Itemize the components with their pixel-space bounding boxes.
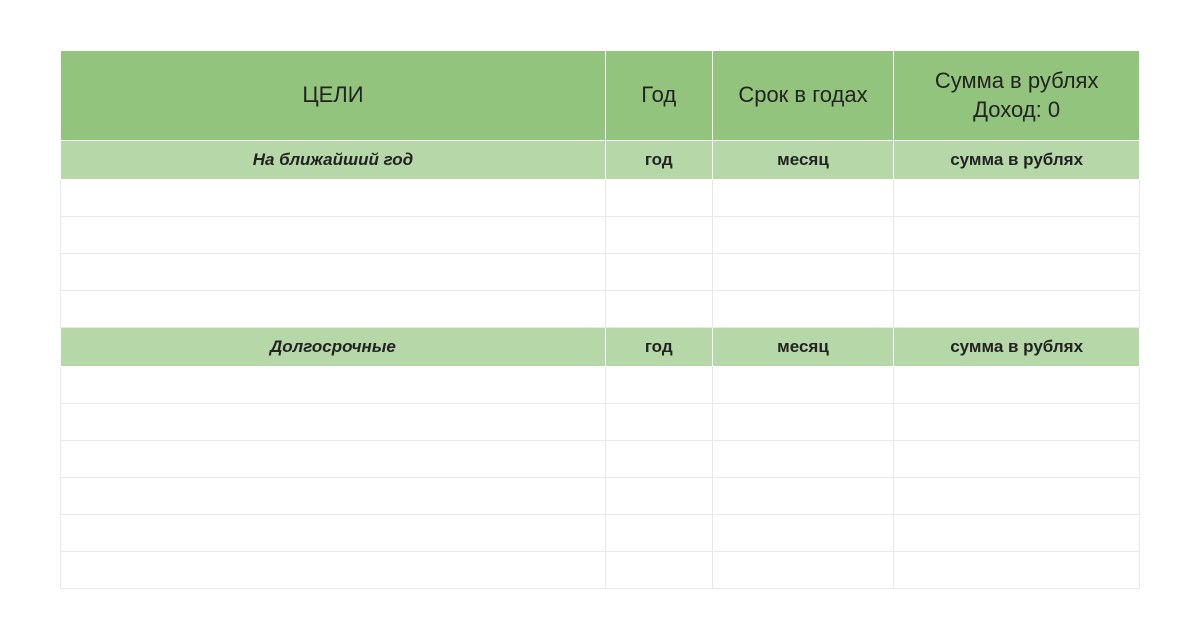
table-row[interactable] <box>61 404 1140 441</box>
section-year: год <box>605 141 712 180</box>
section-sum: сумма в рублях <box>894 141 1140 180</box>
header-sum: Сумма в рублях Доход: 0 <box>894 51 1140 141</box>
table-cell[interactable] <box>712 441 894 478</box>
table-cell[interactable] <box>61 515 606 552</box>
table-cell[interactable] <box>61 180 606 217</box>
table-cell[interactable] <box>61 367 606 404</box>
header-term: Срок в годах <box>712 51 894 141</box>
table-cell[interactable] <box>605 478 712 515</box>
section-month: месяц <box>712 328 894 367</box>
table-row[interactable] <box>61 291 1140 328</box>
table-cell[interactable] <box>894 367 1140 404</box>
table-cell[interactable] <box>61 254 606 291</box>
table-row[interactable] <box>61 217 1140 254</box>
table-body: На ближайший годгодмесяцсумма в рубляхДо… <box>61 141 1140 589</box>
table-cell[interactable] <box>712 515 894 552</box>
table-cell[interactable] <box>894 180 1140 217</box>
table-row[interactable] <box>61 552 1140 589</box>
table-cell[interactable] <box>894 515 1140 552</box>
table-row[interactable] <box>61 515 1140 552</box>
table-cell[interactable] <box>712 552 894 589</box>
section-month: месяц <box>712 141 894 180</box>
table-cell[interactable] <box>894 404 1140 441</box>
table-cell[interactable] <box>61 217 606 254</box>
table-row[interactable] <box>61 478 1140 515</box>
goals-table: ЦЕЛИ Год Срок в годах Сумма в рублях Дох… <box>60 50 1140 589</box>
section-year: год <box>605 328 712 367</box>
table-cell[interactable] <box>894 254 1140 291</box>
table-cell[interactable] <box>605 180 712 217</box>
header-goals: ЦЕЛИ <box>61 51 606 141</box>
table-cell[interactable] <box>605 291 712 328</box>
section-header-row: На ближайший годгодмесяцсумма в рублях <box>61 141 1140 180</box>
table-row[interactable] <box>61 180 1140 217</box>
table-cell[interactable] <box>894 552 1140 589</box>
table-cell[interactable] <box>605 441 712 478</box>
table-cell[interactable] <box>712 180 894 217</box>
section-sum: сумма в рублях <box>894 328 1140 367</box>
table-cell[interactable] <box>894 217 1140 254</box>
table-cell[interactable] <box>712 478 894 515</box>
table-cell[interactable] <box>61 441 606 478</box>
table-header-row: ЦЕЛИ Год Срок в годах Сумма в рублях Дох… <box>61 51 1140 141</box>
table-row[interactable] <box>61 367 1140 404</box>
table-cell[interactable] <box>894 478 1140 515</box>
section-header-row: Долгосрочныегодмесяцсумма в рублях <box>61 328 1140 367</box>
table-cell[interactable] <box>712 291 894 328</box>
table-row[interactable] <box>61 254 1140 291</box>
section-title: Долгосрочные <box>61 328 606 367</box>
table-cell[interactable] <box>894 291 1140 328</box>
header-sum-line2: Доход: 0 <box>973 97 1060 122</box>
table-cell[interactable] <box>605 367 712 404</box>
table-cell[interactable] <box>894 441 1140 478</box>
header-sum-line1: Сумма в рублях <box>935 68 1099 93</box>
table-cell[interactable] <box>605 217 712 254</box>
table-cell[interactable] <box>605 552 712 589</box>
table-cell[interactable] <box>712 217 894 254</box>
table-cell[interactable] <box>605 254 712 291</box>
table-cell[interactable] <box>605 515 712 552</box>
table-cell[interactable] <box>61 552 606 589</box>
table-cell[interactable] <box>712 404 894 441</box>
table-cell[interactable] <box>712 367 894 404</box>
table-cell[interactable] <box>712 254 894 291</box>
section-title: На ближайший год <box>61 141 606 180</box>
table-cell[interactable] <box>61 291 606 328</box>
table-row[interactable] <box>61 441 1140 478</box>
table-cell[interactable] <box>61 478 606 515</box>
table-cell[interactable] <box>605 404 712 441</box>
table-cell[interactable] <box>61 404 606 441</box>
header-year: Год <box>605 51 712 141</box>
